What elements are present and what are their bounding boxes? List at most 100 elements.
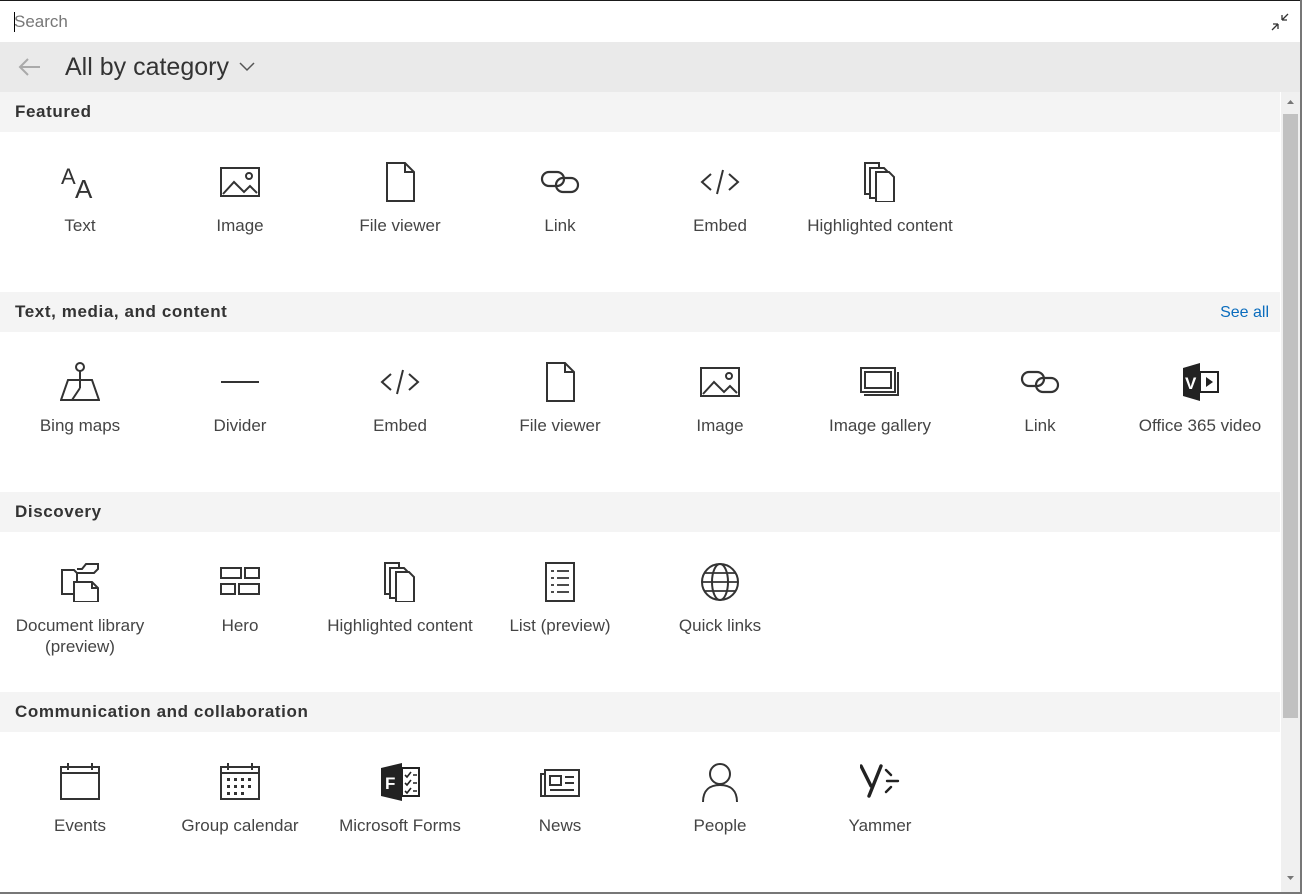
webpart-tile[interactable]: Link <box>480 132 640 292</box>
webpart-tile[interactable]: Events <box>0 732 160 892</box>
section-header: Communication and collaboration <box>0 692 1280 732</box>
news-icon <box>540 762 580 802</box>
scroll-up-button[interactable] <box>1281 94 1300 110</box>
search-input[interactable] <box>14 9 1254 35</box>
section-header: Discovery <box>0 492 1280 532</box>
webpart-tile[interactable]: Document library (preview) <box>0 532 160 692</box>
webpart-tile[interactable]: Image <box>640 332 800 492</box>
webpart-tile[interactable]: Group calendar <box>160 732 320 892</box>
tile-label: Bing maps <box>39 416 121 435</box>
scroll-down-icon <box>1287 876 1294 880</box>
text-caret <box>14 12 15 32</box>
yammer-icon <box>860 762 900 802</box>
search-bar <box>0 0 1300 42</box>
svg-text:A: A <box>61 164 76 189</box>
group-calendar-icon <box>220 762 260 802</box>
image-icon <box>220 162 260 202</box>
webpart-tile[interactable]: Bing maps <box>0 332 160 492</box>
back-arrow-icon <box>18 58 40 76</box>
section-header: Text, media, and content See all <box>0 292 1280 332</box>
webpart-gallery: Featured A A Text Image File viewer Link Embed H… <box>0 92 1280 892</box>
calendar-icon <box>60 762 100 802</box>
link-icon <box>1020 362 1060 402</box>
category-nav: All by category <box>0 42 1300 92</box>
svg-text:F: F <box>385 774 395 793</box>
forms-icon: F <box>380 762 420 802</box>
text-icon: AA <box>60 162 100 202</box>
image-gallery-icon <box>860 362 900 402</box>
tile-label: File viewer <box>519 416 601 435</box>
file-icon <box>540 362 580 402</box>
embed-icon <box>380 362 420 402</box>
webpart-tile[interactable]: Hero <box>160 532 320 692</box>
hero-icon <box>220 562 260 602</box>
document-library-icon <box>60 562 100 602</box>
scroll-up-icon <box>1287 100 1294 104</box>
collapse-button[interactable] <box>1268 10 1292 34</box>
scroll-down-button[interactable] <box>1281 870 1300 886</box>
webpart-tile[interactable]: F Microsoft Forms <box>320 732 480 892</box>
tile-label: Highlighted content <box>807 216 953 235</box>
section-title: Featured <box>15 102 92 121</box>
webpart-tile[interactable]: People <box>640 732 800 892</box>
scroll-thumb[interactable] <box>1283 114 1298 718</box>
section-header: Featured <box>0 92 1280 132</box>
back-button[interactable] <box>16 54 44 80</box>
tile-label: Image gallery <box>828 416 932 435</box>
office-video-icon: V <box>1180 362 1220 402</box>
category-title: All by category <box>65 52 229 81</box>
webpart-tile[interactable]: File viewer <box>320 132 480 292</box>
section-title: Communication and collaboration <box>15 702 309 721</box>
webpart-tile[interactable]: Link <box>960 332 1120 492</box>
tile-label: Image <box>696 416 744 435</box>
webpart-tile[interactable]: News <box>480 732 640 892</box>
svg-text:V: V <box>1185 374 1197 393</box>
svg-text:A: A <box>75 174 93 202</box>
link-icon <box>540 162 580 202</box>
webpart-tiles: Bing maps Divider Embed File viewer Image Ima… <box>0 332 1280 492</box>
tile-label: Text <box>64 216 96 235</box>
tile-label: File viewer <box>359 216 441 235</box>
tile-label: Link <box>1024 416 1056 435</box>
tile-label: Group calendar <box>181 816 299 835</box>
webpart-tile[interactable]: A A Text <box>0 132 160 292</box>
webpart-tile[interactable]: Image gallery <box>800 332 960 492</box>
webpart-tile[interactable]: V Office 365 video <box>1120 332 1280 492</box>
webpart-tile[interactable]: Image <box>160 132 320 292</box>
tile-label: Embed <box>373 416 427 435</box>
file-icon <box>380 162 420 202</box>
highlighted-content-icon <box>380 562 420 602</box>
list-icon <box>540 562 580 602</box>
webpart-tile[interactable]: List (preview) <box>480 532 640 692</box>
tile-label: Link <box>544 216 576 235</box>
tile-label: News <box>538 816 582 835</box>
webpart-tile[interactable]: Divider <box>160 332 320 492</box>
tile-label: List (preview) <box>509 616 611 635</box>
image-icon <box>700 362 740 402</box>
tile-label: Quick links <box>678 616 762 635</box>
webpart-tile[interactable]: Yammer <box>800 732 960 892</box>
tile-label: Embed <box>693 216 747 235</box>
section-title: Discovery <box>15 502 102 521</box>
tile-label: Image <box>216 216 264 235</box>
map-pin-icon <box>60 362 100 402</box>
webpart-tile[interactable]: Highlighted content <box>320 532 480 692</box>
tile-label: Yammer <box>848 816 912 835</box>
webpart-tiles: Events Group calendar F Microsoft Forms News… <box>0 732 1280 892</box>
webpart-tile[interactable]: Embed <box>640 132 800 292</box>
scrollbar[interactable] <box>1281 92 1300 892</box>
webpart-tile[interactable]: Highlighted content <box>800 132 960 292</box>
webpart-tile[interactable]: File viewer <box>480 332 640 492</box>
webpart-tile[interactable]: Embed <box>320 332 480 492</box>
chevron-down-icon <box>239 62 255 72</box>
highlighted-content-icon <box>860 162 900 202</box>
tile-label: Divider <box>213 416 267 435</box>
collapse-icon <box>1271 13 1289 31</box>
section-title: Text, media, and content <box>15 302 228 321</box>
webpart-tile[interactable]: Quick links <box>640 532 800 692</box>
tile-label: Hero <box>221 616 259 635</box>
embed-icon <box>700 162 740 202</box>
divider-icon <box>220 362 260 402</box>
category-dropdown[interactable]: All by category <box>65 52 255 82</box>
see-all-link[interactable]: See all <box>1220 304 1269 322</box>
